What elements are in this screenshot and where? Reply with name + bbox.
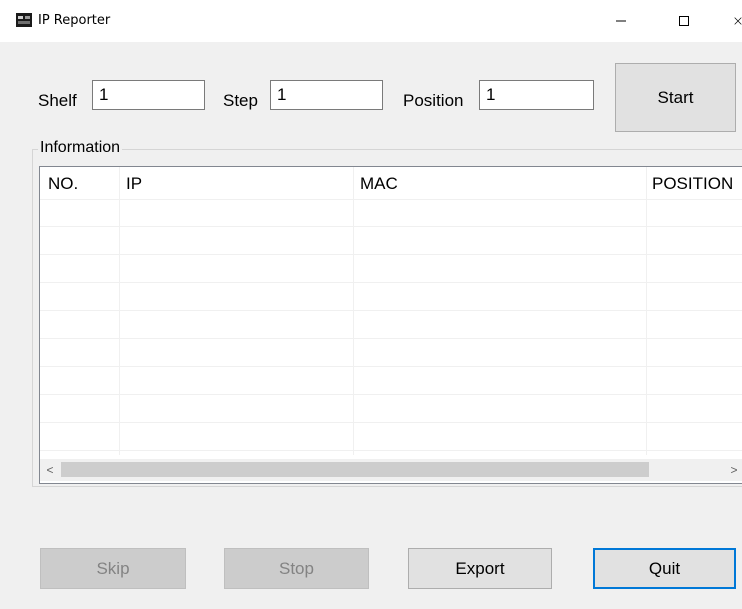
information-group-label: Information	[38, 138, 123, 158]
scroll-left-button[interactable]: <	[40, 459, 60, 481]
position-input[interactable]	[479, 80, 594, 110]
export-button[interactable]: Export	[408, 548, 552, 589]
column-header-ip[interactable]: IP	[126, 174, 142, 194]
scroll-thumb[interactable]	[61, 462, 649, 477]
row-divider	[40, 338, 742, 339]
row-divider	[40, 366, 742, 367]
row-divider	[40, 226, 742, 227]
close-button[interactable]	[720, 0, 742, 42]
row-divider	[40, 394, 742, 395]
row-divider	[40, 282, 742, 283]
information-list[interactable]: NO. IP MAC POSITION < >	[39, 166, 742, 484]
chevron-left-icon: <	[46, 463, 54, 477]
skip-button[interactable]: Skip	[40, 548, 186, 589]
column-header-mac[interactable]: MAC	[360, 174, 398, 194]
quit-button[interactable]: Quit	[593, 548, 736, 589]
step-input[interactable]	[270, 80, 383, 110]
row-divider	[40, 254, 742, 255]
shelf-label: Shelf	[38, 91, 77, 110]
chevron-right-icon: >	[730, 463, 738, 477]
row-divider	[40, 310, 742, 311]
row-divider	[40, 422, 742, 423]
column-divider	[353, 167, 354, 455]
column-divider	[646, 167, 647, 455]
column-header-position[interactable]: POSITION	[652, 174, 742, 194]
minimize-icon	[616, 20, 626, 22]
title-bar: IP Reporter	[0, 0, 742, 42]
minimize-button[interactable]	[598, 0, 644, 42]
app-icon	[16, 13, 32, 27]
step-label: Step	[223, 91, 258, 110]
maximize-button[interactable]	[661, 0, 707, 42]
window-title: IP Reporter	[38, 13, 111, 28]
horizontal-scrollbar[interactable]: < >	[40, 459, 742, 481]
column-header-no[interactable]: NO.	[48, 174, 78, 194]
row-divider	[40, 450, 742, 451]
shelf-input[interactable]	[92, 80, 205, 110]
close-icon	[734, 17, 742, 25]
position-label: Position	[403, 91, 464, 110]
column-divider	[119, 167, 120, 455]
row-divider	[40, 199, 742, 200]
scroll-right-button[interactable]: >	[724, 459, 742, 481]
stop-button[interactable]: Stop	[224, 548, 369, 589]
maximize-icon	[679, 16, 689, 26]
start-button[interactable]: Start	[615, 63, 736, 132]
